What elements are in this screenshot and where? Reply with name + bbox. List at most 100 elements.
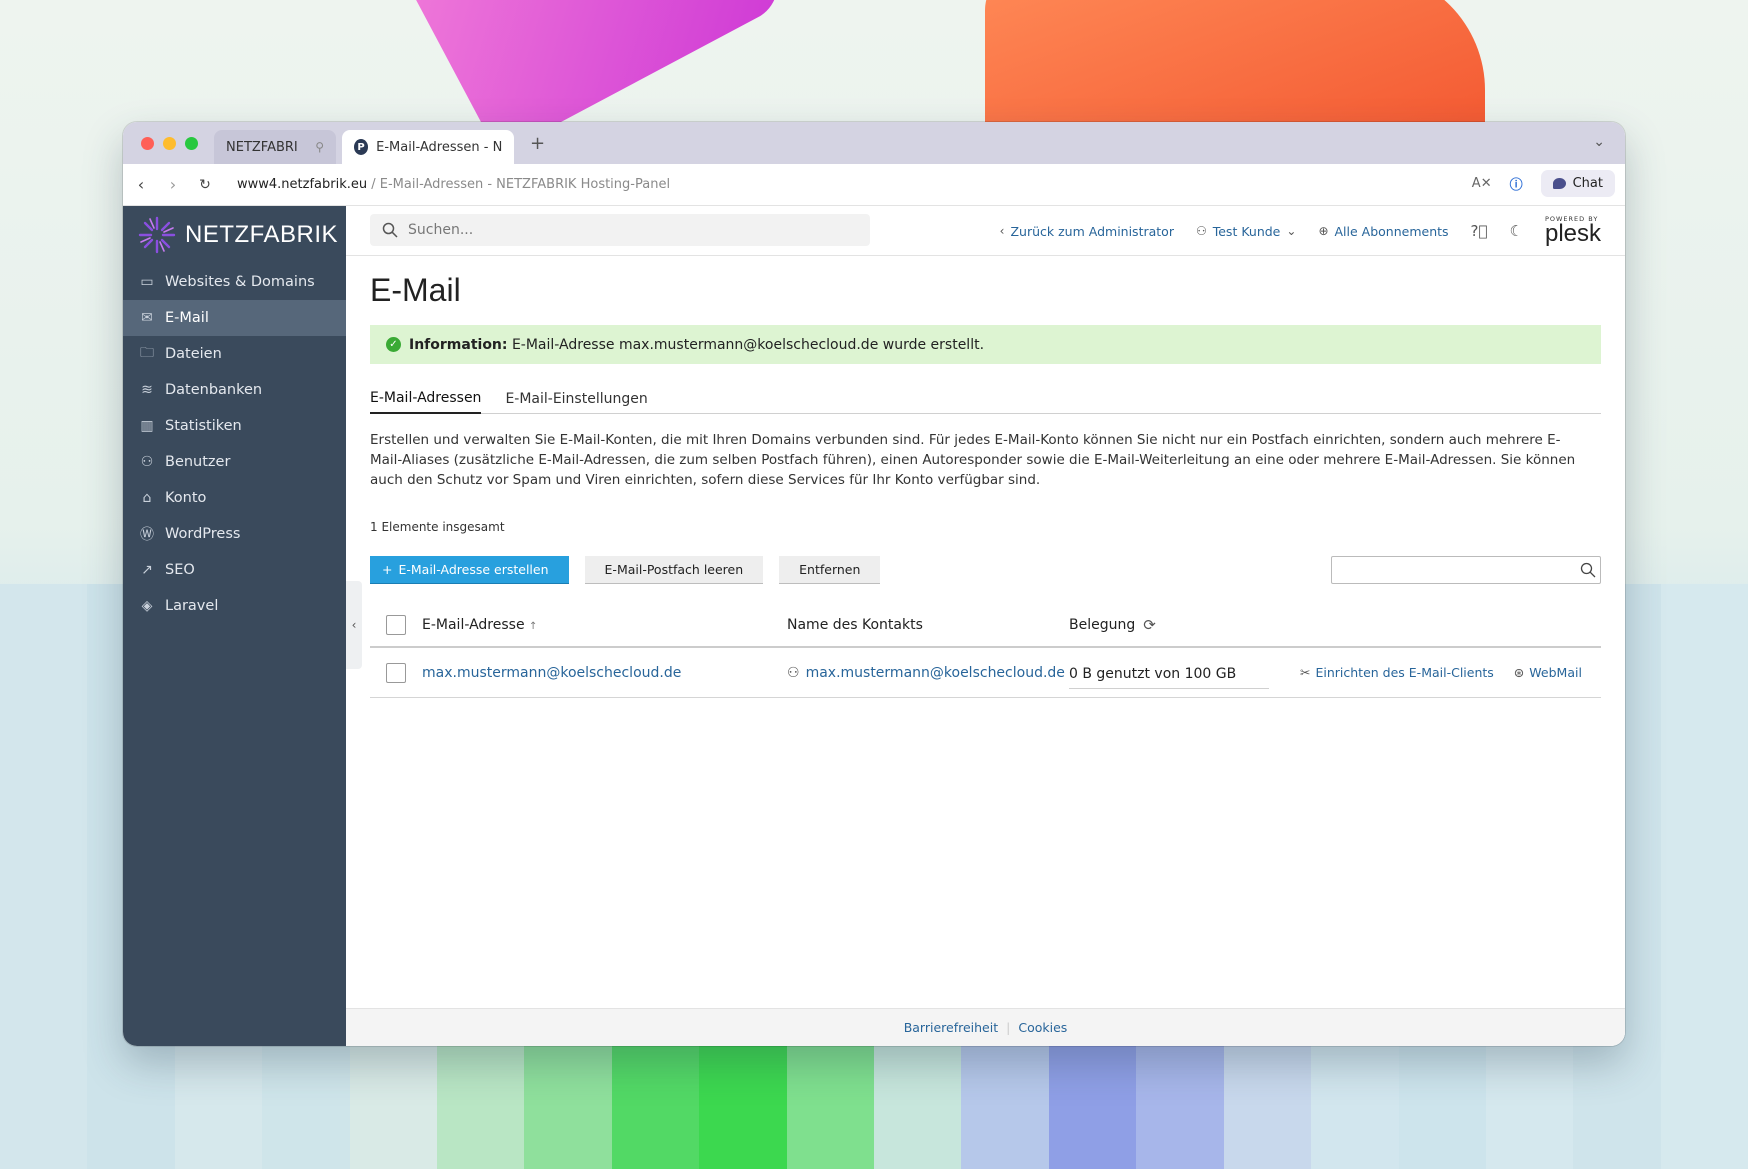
create-email-label: E-Mail-Adresse erstellen — [398, 562, 549, 577]
sidebar-item-wordpress[interactable]: Ⓦ WordPress — [123, 516, 346, 552]
list-search[interactable] — [1331, 556, 1601, 584]
url-path: / E-Mail-Adressen - NETZFABRIK Hosting-P… — [367, 177, 671, 192]
column-header-contact[interactable]: Name des Kontakts — [787, 617, 923, 633]
user-menu[interactable]: ⚇ Test Kunde ⌄ — [1196, 224, 1296, 239]
tab-email-settings[interactable]: E-Mail-Einstellungen — [505, 384, 647, 414]
brand-logo[interactable]: NETZFABRIK — [123, 206, 346, 264]
browser-tab-netzfabrik[interactable]: NETZFABRIK ⚲ — [214, 130, 336, 164]
check-circle-icon: ✓ — [386, 337, 401, 352]
sidebar-item-label: Konto — [165, 490, 207, 506]
accessibility-link[interactable]: Barrierefreiheit — [904, 1020, 998, 1035]
plesk-logo[interactable]: POWERED BY plesk — [1545, 216, 1601, 247]
column-header-usage-label: Belegung — [1069, 617, 1136, 633]
refresh-icon[interactable]: ⟳ — [1143, 616, 1156, 634]
column-header-usage[interactable]: Belegung ⟳ — [1069, 616, 1156, 634]
chevron-down-icon: ⌄ — [1286, 224, 1297, 238]
window-controls — [141, 136, 198, 150]
back-to-admin-link[interactable]: ‹ Zurück zum Administrator — [1000, 224, 1174, 239]
account-icon: ⌂ — [142, 490, 152, 506]
chat-button[interactable]: Chat — [1540, 170, 1615, 197]
sidebar-item-label: Laravel — [165, 598, 219, 614]
dark-mode-icon[interactable]: ☾ — [1510, 222, 1523, 240]
new-tab-button[interactable]: + — [530, 133, 545, 154]
chat-bubble-icon — [1552, 178, 1566, 189]
sidebar-item-laravel[interactable]: ◈ Laravel — [123, 588, 346, 624]
browser-tab-email[interactable]: P E-Mail-Adressen - NET — [342, 130, 514, 164]
top-bar: ‹ Zurück zum Administrator ⚇ Test Kunde … — [346, 206, 1625, 256]
back-to-admin-label: Zurück zum Administrator — [1010, 223, 1174, 239]
sidebar-item-label: WordPress — [165, 526, 241, 542]
select-all-checkbox[interactable] — [386, 615, 406, 635]
translate-icon[interactable]: A✕ — [1472, 176, 1492, 191]
setup-mail-client-link[interactable]: ✂ Einrichten des E-Mail-Clients — [1300, 665, 1494, 680]
browser-tab-label: NETZFABRIK — [226, 139, 300, 155]
create-email-button[interactable]: + E-Mail-Adresse erstellen — [370, 556, 569, 584]
webmail-icon: ⊛ — [1513, 665, 1525, 680]
column-header-email[interactable]: E-Mail-Adresse ↑ — [422, 617, 537, 633]
sidebar-item-dateien[interactable]: 🗀 Dateien — [123, 336, 346, 372]
setup-mail-client-label: Einrichten des E-Mail-Clients — [1315, 665, 1494, 680]
main-panel: ‹ ‹ Zurück zum Administrator ⚇ Test Kund… — [346, 206, 1625, 1046]
sidebar-item-label: Dateien — [165, 346, 222, 362]
info-message: ✓ Information: E-Mail-Adresse max.muster… — [370, 325, 1601, 364]
row-checkbox[interactable] — [386, 662, 406, 683]
laravel-icon: ◈ — [141, 598, 153, 614]
row-actions: ✂ Einrichten des E-Mail-Clients ⊛ WebMai… — [1300, 665, 1582, 680]
browser-titlebar: NETZFABRIK ⚲ P E-Mail-Adressen - NET + ⌄ — [123, 122, 1625, 164]
search-icon[interactable] — [1580, 562, 1596, 578]
cookies-link[interactable]: Cookies — [1018, 1020, 1067, 1035]
plus-icon: + — [382, 562, 393, 577]
back-arrow-icon[interactable]: ‹ — [131, 175, 151, 194]
reload-icon[interactable]: ↻ — [195, 177, 215, 193]
list-search-input[interactable] — [1332, 558, 1580, 582]
maximize-window-button[interactable] — [185, 136, 198, 150]
collapse-sidebar-button[interactable]: ‹ — [346, 581, 362, 669]
sidebar-item-datenbanken[interactable]: ≋ Datenbanken — [123, 372, 346, 408]
contact-link[interactable]: max.mustermann@koelschecloud.de — [806, 665, 1065, 681]
info-label: Information: — [409, 336, 508, 353]
footer: Barrierefreiheit | Cookies — [346, 1008, 1625, 1046]
sidebar: NETZFABRIK ▭ Websites & Domains ✉ E-Mail 🗀 Da… — [123, 206, 346, 1046]
search-input[interactable] — [408, 222, 848, 238]
sidebar-item-statistiken[interactable]: ▥ Statistiken — [123, 408, 346, 444]
password-manager-icon[interactable]: ⓘ — [1510, 174, 1523, 193]
sidebar-item-label: Statistiken — [165, 418, 242, 434]
address-bar: ‹ › ↻ www4.netzfabrik.eu / E-Mail-Adress… — [123, 164, 1625, 206]
tab-list-chevron-icon[interactable]: ⌄ — [1593, 134, 1605, 150]
monitor-icon: ▭ — [140, 274, 154, 290]
webmail-link[interactable]: ⊛ WebMail — [1514, 665, 1582, 680]
chart-icon: ▥ — [140, 418, 154, 434]
sidebar-item-label: Websites & Domains — [165, 274, 315, 290]
close-window-button[interactable] — [141, 136, 154, 150]
table-row: max.mustermann@koelschecloud.de ⚇ max.mu… — [370, 648, 1601, 698]
forward-arrow-icon[interactable]: › — [163, 175, 183, 194]
sidebar-item-websites-domains[interactable]: ▭ Websites & Domains — [123, 264, 346, 300]
table-header-row: E-Mail-Adresse ↑ Name des Kontakts Beleg… — [370, 604, 1601, 648]
contact-cell: ⚇ max.mustermann@koelschecloud.de — [787, 665, 1065, 681]
page-description: Erstellen und verwalten Sie E-Mail-Konte… — [370, 432, 1576, 488]
sidebar-item-label: E-Mail — [165, 310, 209, 326]
url-field[interactable]: www4.netzfabrik.eu / E-Mail-Adressen - N… — [237, 177, 670, 192]
help-icon[interactable]: ?⃝ — [1471, 222, 1488, 240]
list-toolbar: + E-Mail-Adresse erstellen E-Mail-Postfa… — [370, 556, 1601, 586]
sidebar-item-e-mail[interactable]: ✉ E-Mail — [123, 300, 346, 336]
footer-separator: | — [1006, 1020, 1011, 1035]
usage-cell: 0 B genutzt von 100 GB — [1069, 656, 1269, 689]
email-address-link[interactable]: max.mustermann@koelschecloud.de — [422, 665, 681, 681]
sidebar-item-seo[interactable]: ↗ SEO — [123, 552, 346, 588]
minimize-window-button[interactable] — [163, 136, 176, 150]
remove-button[interactable]: Entfernen — [779, 556, 881, 584]
page-tabs: E-Mail-Adressen E-Mail-Einstellungen — [370, 384, 1601, 414]
sidebar-item-konto[interactable]: ⌂ Konto — [123, 480, 346, 516]
pin-icon[interactable]: ⚲ — [315, 140, 324, 154]
user-icon: ⚇ — [1195, 224, 1207, 238]
sidebar-item-benutzer[interactable]: ⚇ Benutzer — [123, 444, 346, 480]
subscriptions-link[interactable]: ⊕ Alle Abonnements — [1318, 224, 1448, 239]
global-search[interactable] — [370, 214, 870, 246]
empty-mailbox-button[interactable]: E-Mail-Postfach leeren — [584, 556, 764, 584]
search-icon — [382, 222, 398, 238]
chevron-left-icon: ‹ — [999, 224, 1005, 238]
chat-label: Chat — [1572, 176, 1603, 191]
tab-email-addresses[interactable]: E-Mail-Adressen — [370, 384, 482, 414]
netzfabrik-logo-icon — [138, 216, 176, 254]
